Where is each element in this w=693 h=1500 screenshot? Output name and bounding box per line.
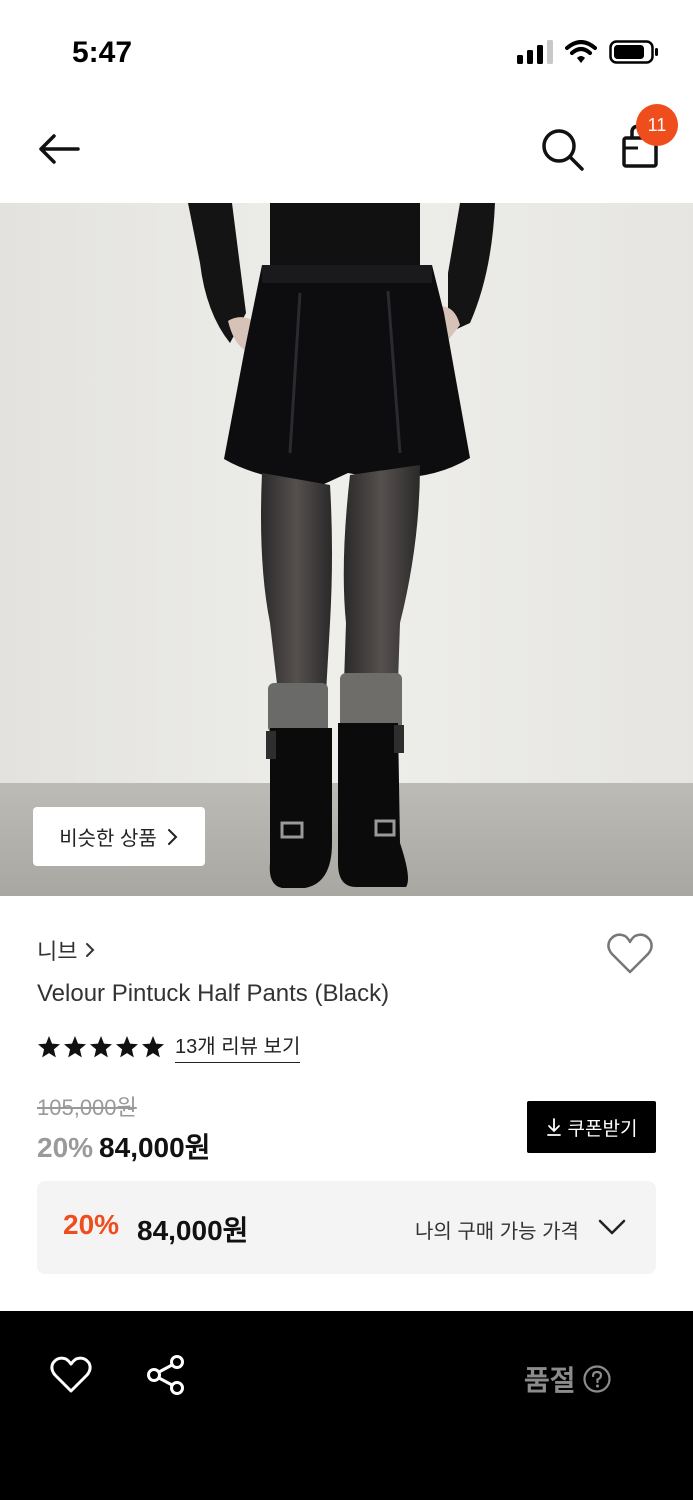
my-discount-rate: 20% — [63, 1209, 120, 1240]
product-image[interactable] — [0, 203, 693, 896]
heart-icon[interactable] — [50, 1355, 92, 1395]
star-icon — [116, 1035, 138, 1057]
soldout-label: 품절 — [524, 1365, 576, 1396]
rating-row: 13개 리뷰 보기 — [37, 1030, 301, 1063]
coupon-button[interactable]: 쿠폰받기 — [527, 1101, 656, 1153]
similar-products-label: 비슷한 상품 — [59, 828, 157, 850]
rating-stars — [37, 1035, 165, 1059]
coupon-label: 쿠폰받기 — [567, 1118, 638, 1140]
review-link[interactable]: 13개 리뷰 보기 — [175, 1030, 301, 1063]
download-icon — [546, 1118, 561, 1136]
chevron-down-icon — [598, 1219, 626, 1235]
status-time: 5:47 — [72, 36, 133, 69]
similar-products-button[interactable]: 비슷한 상품 — [33, 807, 205, 866]
chevron-right-icon — [167, 828, 178, 845]
original-price: 105,000원 — [37, 1095, 137, 1120]
search-icon[interactable] — [538, 124, 586, 174]
star-icon — [90, 1035, 112, 1057]
status-bar: 5:47 — [0, 0, 693, 100]
wishlist-heart-icon[interactable] — [606, 932, 654, 976]
status-icons — [517, 40, 659, 64]
share-icon[interactable] — [146, 1355, 186, 1395]
product-photo — [0, 203, 693, 896]
brand-name: 니브 — [37, 939, 78, 964]
product-name: Velour Pintuck Half Pants (Black) — [37, 980, 390, 1007]
bottom-action-bar: 품절 — [0, 1311, 693, 1500]
battery-icon — [609, 40, 658, 64]
my-price-label: 나의 구매 가능 가격 — [415, 1221, 579, 1243]
discount-rate: 20% — [37, 1132, 94, 1163]
my-purchasable-price[interactable]: 20% 84,000원 나의 구매 가능 가격 — [37, 1181, 656, 1274]
my-price: 84,000원 — [137, 1215, 249, 1246]
cart-count-badge: 11 — [636, 104, 678, 146]
wifi-icon — [565, 40, 597, 63]
sale-price: 84,000원 — [99, 1132, 211, 1163]
back-arrow-icon[interactable] — [34, 124, 84, 174]
star-icon — [142, 1035, 164, 1057]
chevron-right-icon — [86, 943, 95, 957]
question-icon[interactable] — [582, 1364, 612, 1394]
nav-bar — [0, 100, 693, 203]
star-icon — [64, 1035, 86, 1057]
signal-icon — [517, 40, 553, 64]
star-icon — [38, 1035, 60, 1057]
soldout-status: 품절 — [524, 1359, 612, 1399]
price-row: 20% 84,000원 — [37, 1126, 210, 1166]
brand-link[interactable]: 니브 — [37, 934, 95, 966]
